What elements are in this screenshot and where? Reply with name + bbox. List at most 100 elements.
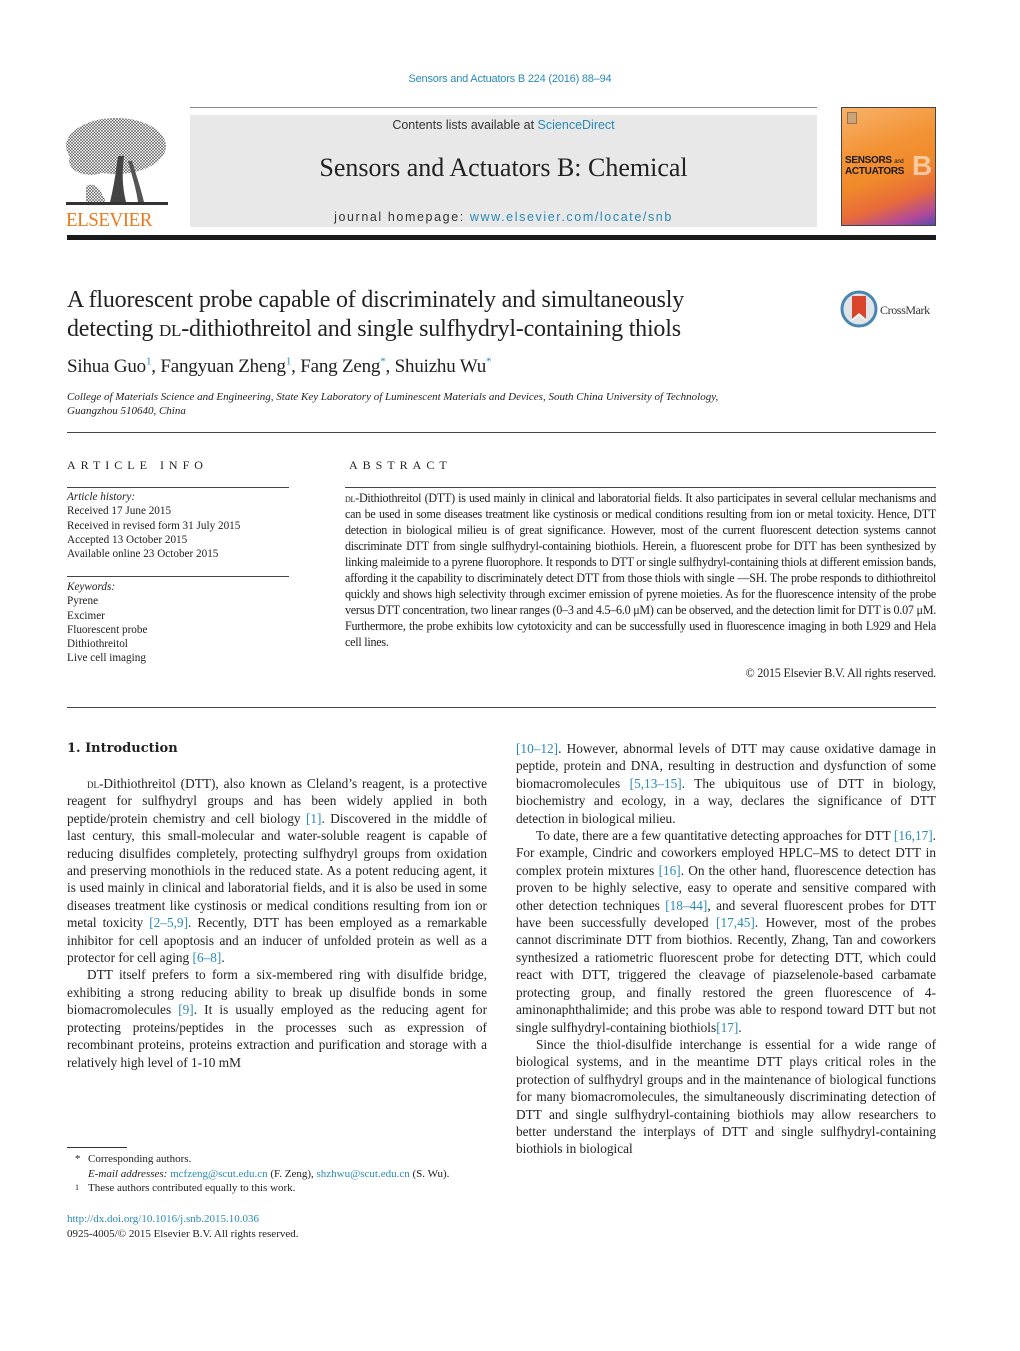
affiliation-line: College of Materials Science and Enginee… bbox=[67, 391, 719, 403]
keyword: Live cell imaging bbox=[67, 652, 146, 665]
title-part: -dithiothreitol and single sulfhydryl-co… bbox=[181, 316, 681, 342]
footnote-corresponding: * Corresponding authors. bbox=[67, 1152, 507, 1167]
masthead-divider bbox=[67, 235, 936, 240]
cover-title-line1: SENSORS and bbox=[845, 155, 904, 166]
elsevier-wordmark: ELSEVIER bbox=[66, 209, 152, 231]
footnote-emails: E-mail addresses: mcfzeng@scut.edu.cn (F… bbox=[67, 1167, 507, 1182]
journal-name: Sensors and Actuators B: Chemical bbox=[319, 153, 688, 182]
crossmark-icon bbox=[840, 290, 878, 328]
history-item: Received 17 June 2015 bbox=[67, 505, 172, 518]
author[interactable]: Sihua Guo1 bbox=[67, 356, 151, 377]
homepage-line: journal homepage: www.elsevier.com/locat… bbox=[190, 210, 817, 224]
journal-masthead: Contents lists available at ScienceDirec… bbox=[190, 115, 817, 227]
author-name: Fang Zeng bbox=[300, 356, 381, 377]
abstract-heading: ABSTRACT bbox=[349, 458, 452, 472]
body-column-right: [10–12]. However, abnormal levels of DTT… bbox=[516, 740, 936, 1158]
journal-cover[interactable]: B SENSORS and ACTUATORS bbox=[841, 107, 936, 226]
history-item: Accepted 13 October 2015 bbox=[67, 533, 188, 546]
article-info-heading: ARTICLE INFO bbox=[67, 458, 208, 472]
footnotes: * Corresponding authors. E-mail addresses… bbox=[67, 1152, 507, 1196]
article-history: Article history: Received 17 June 2015 R… bbox=[67, 490, 289, 561]
citation-link[interactable]: [1] bbox=[306, 811, 322, 826]
author-footnote-mark[interactable]: * bbox=[380, 356, 386, 368]
citation-link[interactable]: [16,17] bbox=[894, 828, 933, 843]
keywords-heading: Keywords: bbox=[67, 581, 116, 593]
elsevier-logo[interactable]: ELSEVIER bbox=[66, 116, 168, 231]
footnote-text: Corresponding authors. bbox=[88, 1153, 192, 1165]
divider bbox=[67, 487, 289, 488]
cover-title-line2: ACTUATORS bbox=[845, 166, 905, 177]
divider bbox=[67, 432, 936, 433]
paragraph: Since the thiol-disulfide interchange is… bbox=[516, 1036, 936, 1157]
footnote-mark: 1 bbox=[75, 1183, 79, 1192]
journal-homepage-link[interactable]: www.elsevier.com/locate/snb bbox=[470, 210, 673, 224]
email-link-zeng[interactable]: mcfzeng@scut.edu.cn bbox=[170, 1168, 267, 1180]
abstract-small-caps: dl bbox=[345, 491, 356, 505]
crossmark-button[interactable]: CrossMark bbox=[840, 290, 940, 330]
author[interactable]: Fangyuan Zheng1 bbox=[160, 356, 291, 377]
citation-link[interactable]: [18–44] bbox=[665, 898, 707, 913]
doi-link[interactable]: http://dx.doi.org/10.1016/j.snb.2015.10.… bbox=[67, 1213, 259, 1225]
cover-and: and bbox=[894, 159, 904, 165]
citation-link[interactable]: [5,13–15] bbox=[630, 776, 682, 791]
cover-sensors: SENSORS bbox=[845, 155, 892, 166]
text: . bbox=[221, 950, 225, 966]
cover-seal-icon bbox=[847, 112, 857, 124]
homepage-prefix: journal homepage: bbox=[334, 210, 470, 224]
footnote-rule bbox=[67, 1147, 127, 1148]
keyword: Pyrene bbox=[67, 595, 99, 608]
article-title: A fluorescent probe capable of discrimin… bbox=[67, 286, 827, 344]
issn-copyright: 0925-4005/© 2015 Elsevier B.V. All right… bbox=[67, 1227, 299, 1240]
affiliation-line: Guangzhou 510640, China bbox=[67, 405, 186, 417]
history-item: Received in revised form 31 July 2015 bbox=[67, 519, 241, 532]
text-small-caps: dl bbox=[87, 776, 99, 791]
section-heading: 1. Introduction bbox=[67, 741, 178, 756]
keyword: Dithiothreitol bbox=[67, 638, 128, 651]
author[interactable]: Fang Zeng* bbox=[300, 356, 386, 377]
citation-link[interactable]: [17] bbox=[716, 1020, 738, 1035]
text: . bbox=[738, 1019, 742, 1035]
citation-link[interactable]: [17,45] bbox=[716, 915, 755, 930]
author-footnote-mark[interactable]: * bbox=[486, 356, 492, 368]
text: To date, there are a few quantitative de… bbox=[536, 828, 894, 844]
paragraph: [10–12]. However, abnormal levels of DTT… bbox=[516, 740, 936, 827]
title-line-1: A fluorescent probe capable of discrimin… bbox=[67, 287, 685, 313]
citation-link[interactable]: [2–5,9] bbox=[149, 915, 188, 930]
email-link-wu[interactable]: shzhwu@scut.edu.cn bbox=[317, 1168, 410, 1180]
abstract-body: -Dithiothreitol (DTT) is used mainly in … bbox=[345, 491, 936, 649]
doi-block: http://dx.doi.org/10.1016/j.snb.2015.10.… bbox=[67, 1212, 299, 1241]
text: . However, most of the probes cannot dis… bbox=[516, 915, 936, 1035]
citation-link[interactable]: [16] bbox=[659, 863, 681, 878]
paragraph: DTT itself prefers to form a six-membere… bbox=[67, 966, 487, 1070]
author-name: Fangyuan Zheng bbox=[160, 356, 286, 377]
title-line-2: detecting dl-dithiothreitol and single s… bbox=[67, 315, 827, 344]
cover-letter: B bbox=[912, 150, 933, 181]
citation-link[interactable]: [6–8] bbox=[193, 950, 222, 965]
crossmark-label: CrossMark bbox=[880, 303, 930, 317]
author-name: Sihua Guo bbox=[67, 356, 146, 377]
contents-prefix: Contents lists available at bbox=[392, 118, 538, 132]
sciencedirect-link[interactable]: ScienceDirect bbox=[538, 118, 615, 132]
author[interactable]: Shuizhu Wu* bbox=[395, 356, 492, 377]
abstract-copyright: © 2015 Elsevier B.V. All rights reserved… bbox=[745, 666, 936, 680]
author-name: Shuizhu Wu bbox=[394, 356, 487, 377]
paragraph: dl-Dithiothreitol (DTT), also known as C… bbox=[67, 775, 487, 966]
title-small-caps: dl bbox=[158, 316, 182, 342]
paragraph: To date, there are a few quantitative de… bbox=[516, 827, 936, 1036]
journal-citation[interactable]: Sensors and Actuators B 224 (2016) 88–94 bbox=[0, 73, 1020, 85]
citation-link[interactable]: [10–12] bbox=[516, 741, 558, 756]
keyword: Excimer bbox=[67, 609, 105, 622]
history-heading: Article history: bbox=[67, 491, 136, 503]
divider bbox=[67, 707, 936, 708]
footnote-mark: * bbox=[75, 1153, 81, 1165]
keywords: Keywords: Pyrene Excimer Fluorescent pro… bbox=[67, 580, 289, 666]
history-item: Available online 23 October 2015 bbox=[67, 548, 219, 561]
keyword: Fluorescent probe bbox=[67, 623, 148, 636]
title-part: detecting bbox=[67, 316, 159, 342]
divider bbox=[67, 576, 289, 577]
footnote-text: These authors contributed equally to thi… bbox=[88, 1182, 296, 1194]
text: . Discovered in the middle of last centu… bbox=[67, 810, 487, 931]
author-footnote-mark[interactable]: 1 bbox=[146, 356, 152, 368]
author-footnote-mark[interactable]: 1 bbox=[286, 356, 292, 368]
citation-link[interactable]: [9] bbox=[178, 1002, 194, 1017]
